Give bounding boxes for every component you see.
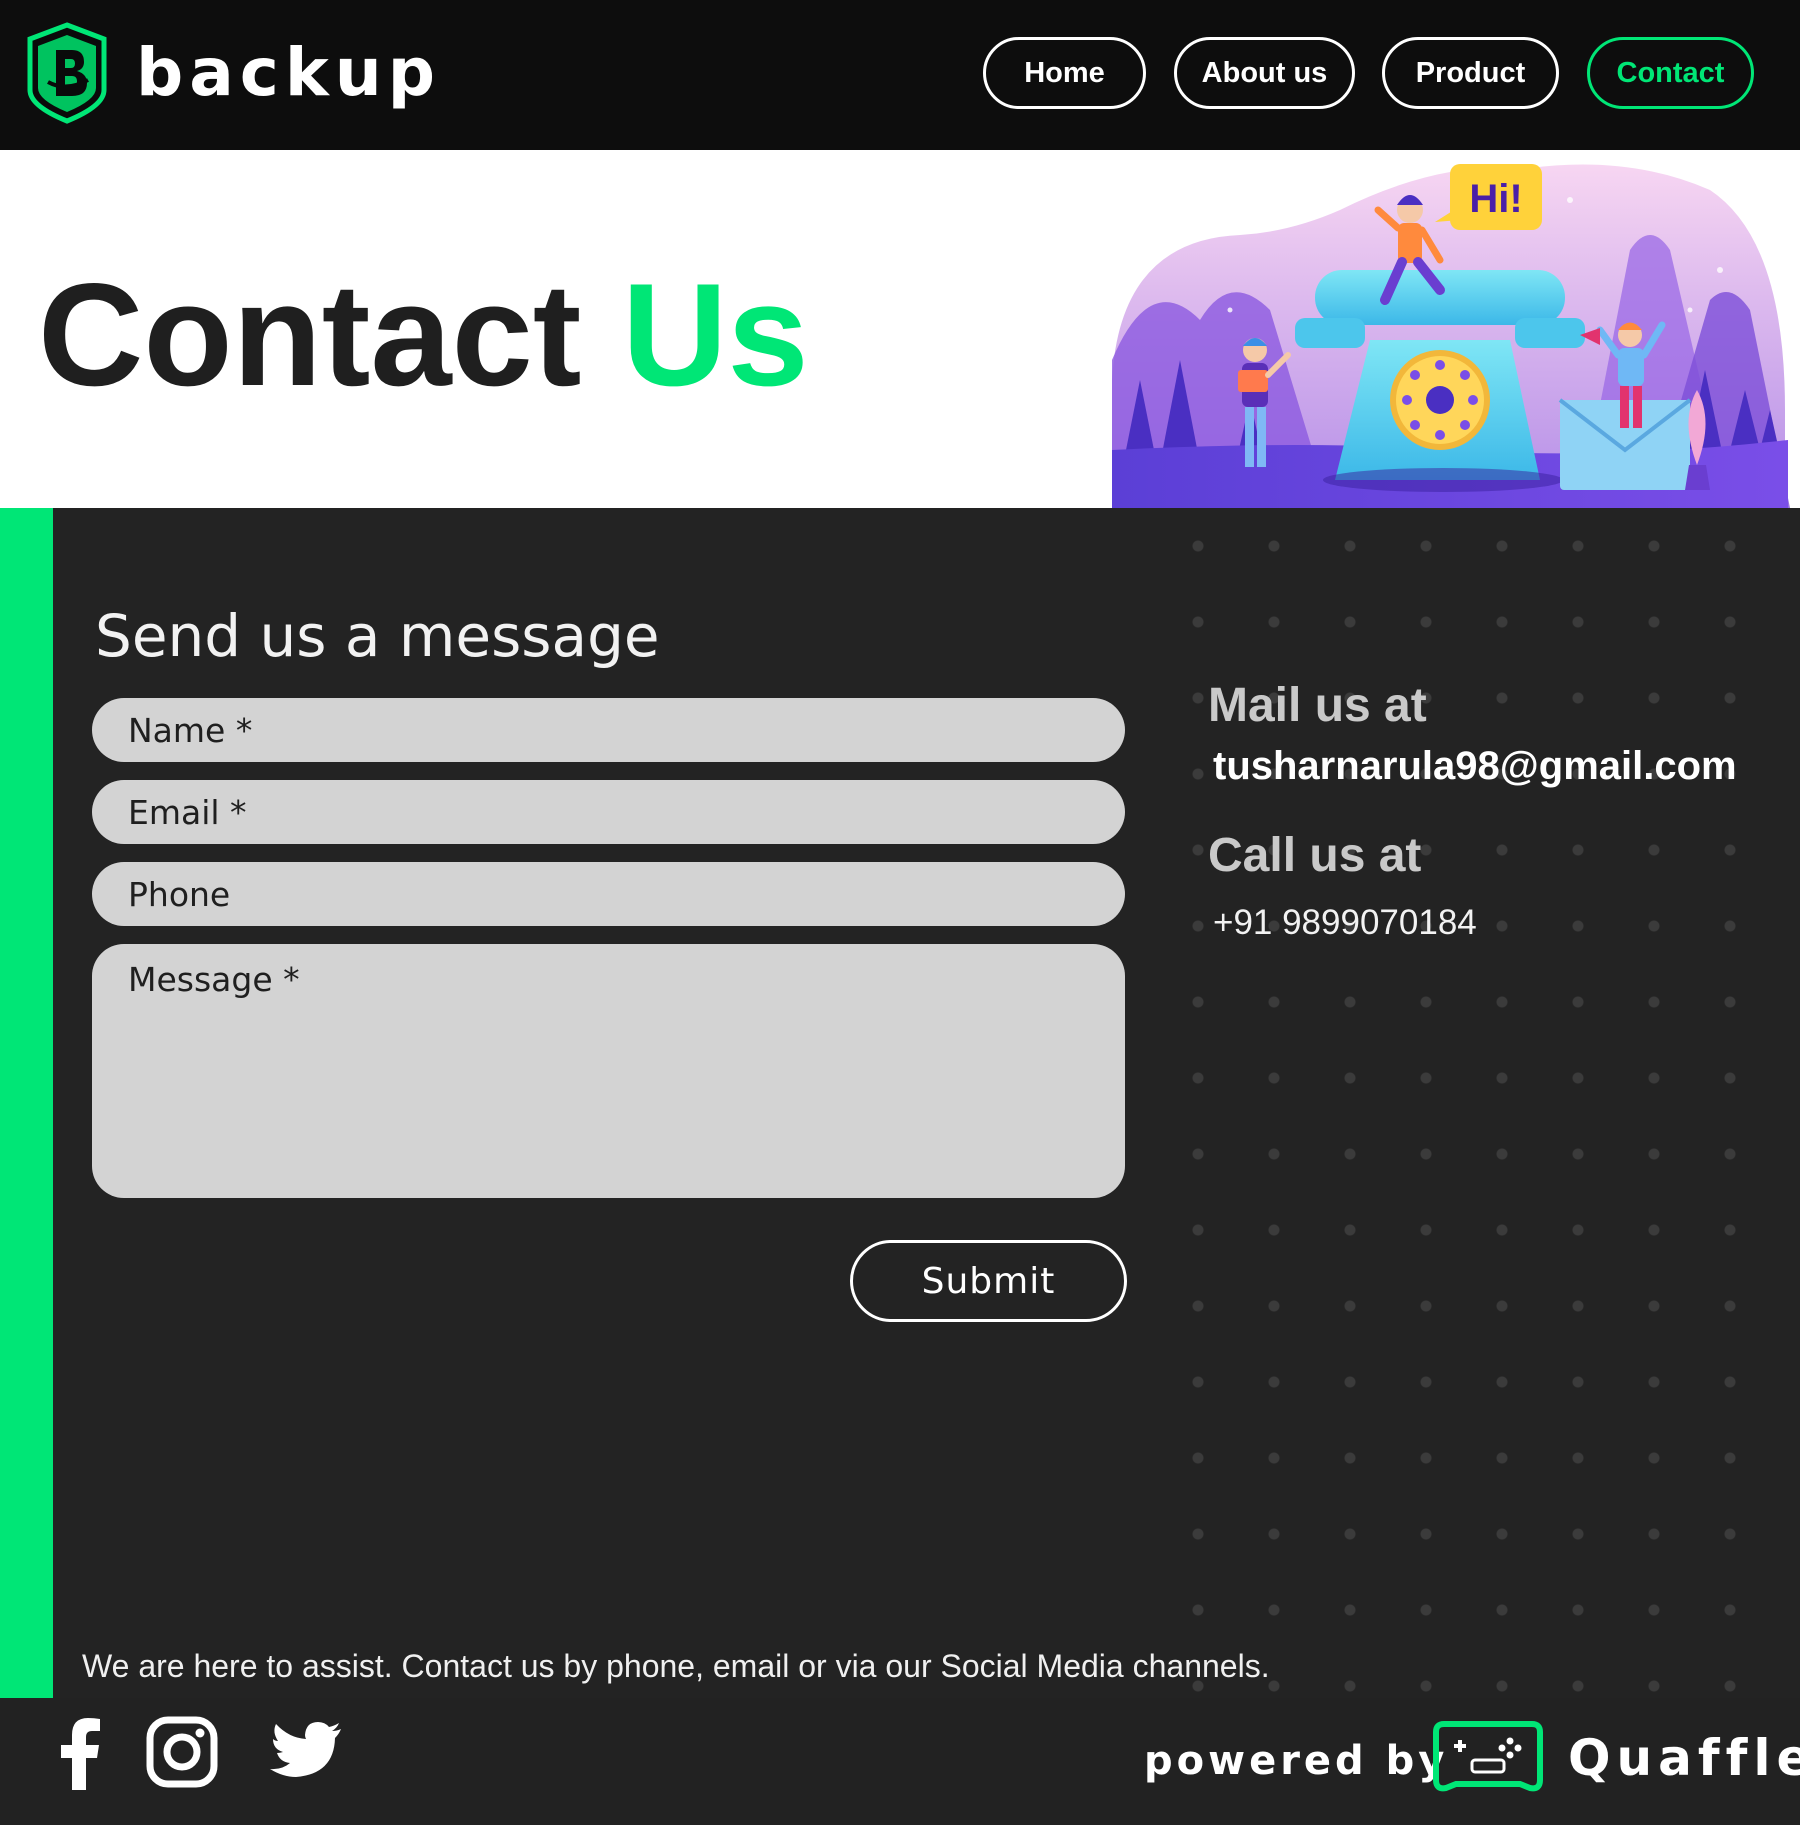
hero-section: Contact Us Hi! — [0, 150, 1800, 508]
twitter-icon[interactable] — [270, 1722, 342, 1782]
facebook-icon[interactable] — [58, 1718, 102, 1790]
contact-section: Send us a message Submit Mail us at tush… — [0, 508, 1800, 1698]
email-field[interactable] — [92, 780, 1125, 844]
instagram-icon[interactable] — [146, 1716, 218, 1788]
contact-illustration: Hi! — [1112, 164, 1790, 508]
mail-label: Mail us at — [1208, 679, 1427, 732]
name-field[interactable] — [92, 698, 1125, 762]
accent-side-bar — [0, 508, 53, 1698]
nav-home-button[interactable]: Home — [983, 37, 1146, 109]
site-footer: powered by Quaffle — [0, 1698, 1800, 1825]
site-header: backup Home About us Product Contact — [0, 0, 1800, 150]
quaffle-brand-text[interactable]: Quaffle — [1568, 1728, 1800, 1788]
quaffle-gamepad-logo-icon[interactable] — [1430, 1718, 1546, 1796]
message-field[interactable] — [92, 944, 1125, 1198]
form-title: Send us a message — [95, 602, 660, 670]
page-title: Contact Us — [38, 250, 809, 420]
main-nav: Home About us Product Contact — [0, 37, 1800, 115]
call-label: Call us at — [1208, 829, 1422, 882]
nav-contact-button[interactable]: Contact — [1587, 37, 1754, 109]
nav-about-button[interactable]: About us — [1174, 37, 1355, 109]
phone-field[interactable] — [92, 862, 1125, 926]
powered-by-text: powered by — [1144, 1738, 1449, 1784]
email-link[interactable]: tusharnarula98@gmail.com — [1213, 741, 1737, 791]
phone-link[interactable]: +91 9899070184 — [1213, 900, 1477, 946]
nav-product-button[interactable]: Product — [1382, 37, 1559, 109]
page-title-main: Contact — [38, 253, 622, 416]
page-title-accent: Us — [622, 253, 809, 416]
submit-button[interactable]: Submit — [850, 1240, 1127, 1322]
hi-bubble-text: Hi! — [1469, 177, 1522, 221]
assist-text: We are here to assist. Contact us by pho… — [82, 1648, 1270, 1684]
